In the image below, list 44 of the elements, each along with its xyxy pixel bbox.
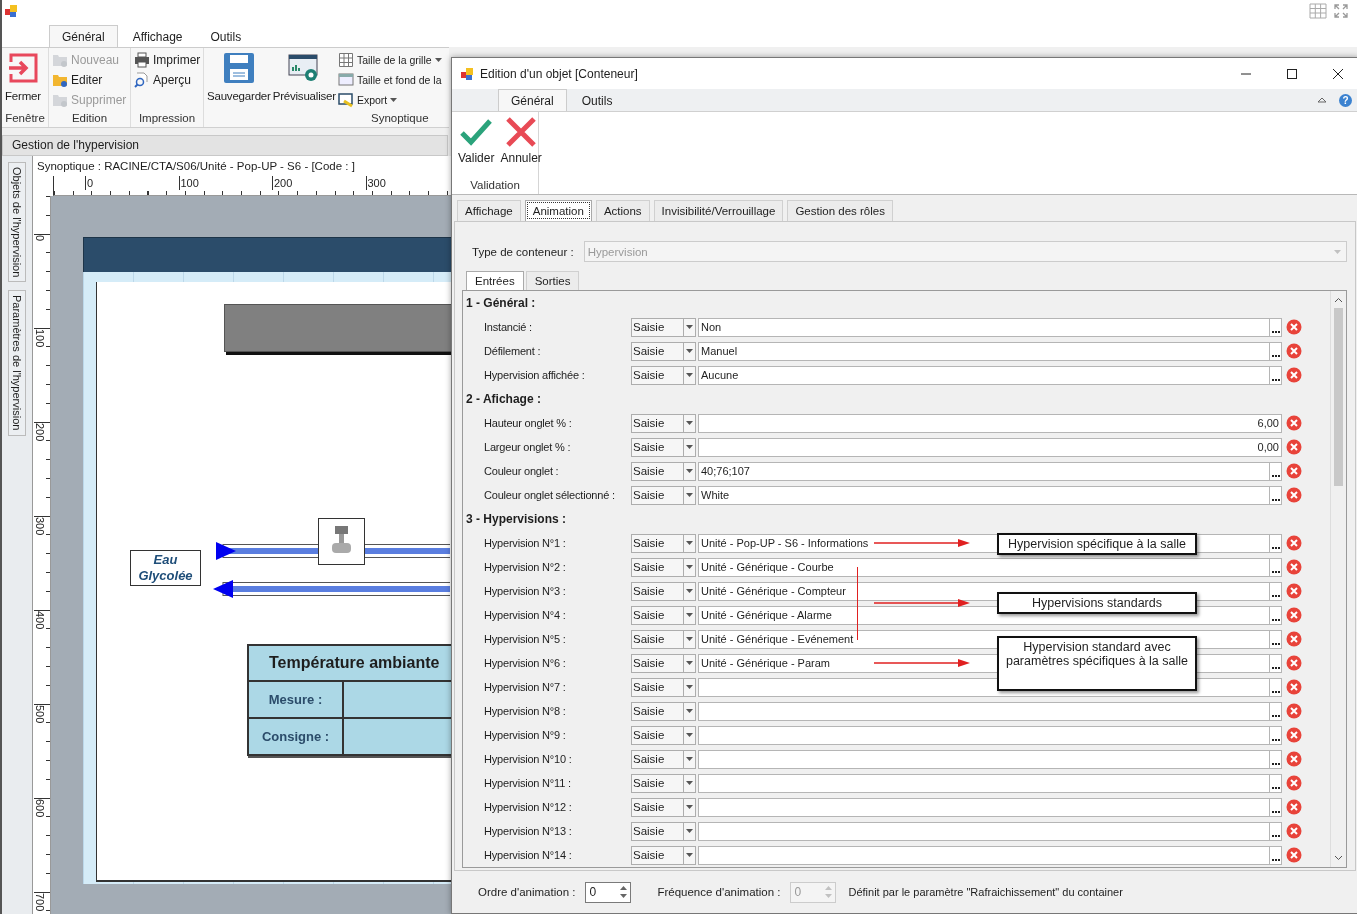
field-label: Hypervision N°14 : xyxy=(483,849,573,861)
section-title: 1 - Général : xyxy=(466,296,536,310)
table-cell: Mesure : xyxy=(249,682,344,717)
field-label: Hypervision N°2 : xyxy=(483,561,567,573)
fluid-label: Eau Glycolée xyxy=(130,550,201,586)
field-label: Fréquence d'animation : xyxy=(657,886,781,898)
note-text: Définit par le paramètre "Rafraichissement" du container xyxy=(848,886,1123,898)
section-title: 3 - Hypervisions : xyxy=(466,512,567,526)
window-title: Edition d'un objet [Conteneur] xyxy=(480,66,638,81)
field-label: Hypervision N°8 : xyxy=(483,705,567,717)
field-label: Hypervision N°7 : xyxy=(483,681,567,693)
field-label: Ordre d'animation : xyxy=(478,886,576,898)
field-label: Défilement : xyxy=(483,345,542,357)
annotation-tooltip: Hypervision standard avec paramètres spécifiques à la salle xyxy=(997,636,1197,691)
ribbon-group-label: Edition xyxy=(70,112,109,126)
field-label: Hypervision affichée : xyxy=(483,369,586,381)
field-label: Hypervision N°9 : xyxy=(483,729,567,741)
panel-header: Gestion de l'hypervision xyxy=(2,135,448,156)
field-label: Hypervision N°11 : xyxy=(483,777,572,789)
field-label: Hypervision N°1 : xyxy=(483,537,567,549)
field-label: Hypervision N°5 : xyxy=(483,633,567,645)
field-label: Instancié : xyxy=(483,321,533,333)
section-title: 2 - Afichage : xyxy=(466,392,541,406)
horizontal-ruler: 0 100 200 300 xyxy=(53,176,451,196)
field-label: Hauteur onglet % : xyxy=(483,417,573,429)
field-label: Type de conteneur : xyxy=(472,245,574,258)
ribbon-group-label: Fenêtre xyxy=(5,112,45,126)
field-label: Hypervision N°12 : xyxy=(483,801,573,813)
field-label: Largeur onglet % : xyxy=(483,441,572,453)
table-cell: Consigne : xyxy=(249,719,344,754)
synoptic-path: Synoptique : RACINE/CTA/S06/Unité - Pop-UP - S6 - [Code : ] xyxy=(36,159,356,174)
field-label: Hypervision N°4 : xyxy=(483,609,567,621)
annotation-tooltip: Hypervisions standards xyxy=(997,592,1197,614)
field-label: Hypervision N°6 : xyxy=(483,657,567,669)
vertical-ruler: 0 100 200 300 400 500 600 700 xyxy=(33,196,51,914)
field-label: Hypervision N°13 : xyxy=(483,825,573,837)
field-label: Couleur onglet : xyxy=(483,465,560,477)
annotation-tooltip: Hypervision spécifique à la salle xyxy=(997,533,1197,555)
ribbon-group-label: Synoptique xyxy=(370,112,430,126)
ribbon-group-label: Validation xyxy=(469,179,521,193)
field-label: Couleur onglet sélectionné : xyxy=(483,489,616,501)
field-label: Hypervision N°10 : xyxy=(483,753,573,765)
field-label: Hypervision N°3 : xyxy=(483,585,567,597)
ribbon-group-label: Impression xyxy=(137,112,197,126)
